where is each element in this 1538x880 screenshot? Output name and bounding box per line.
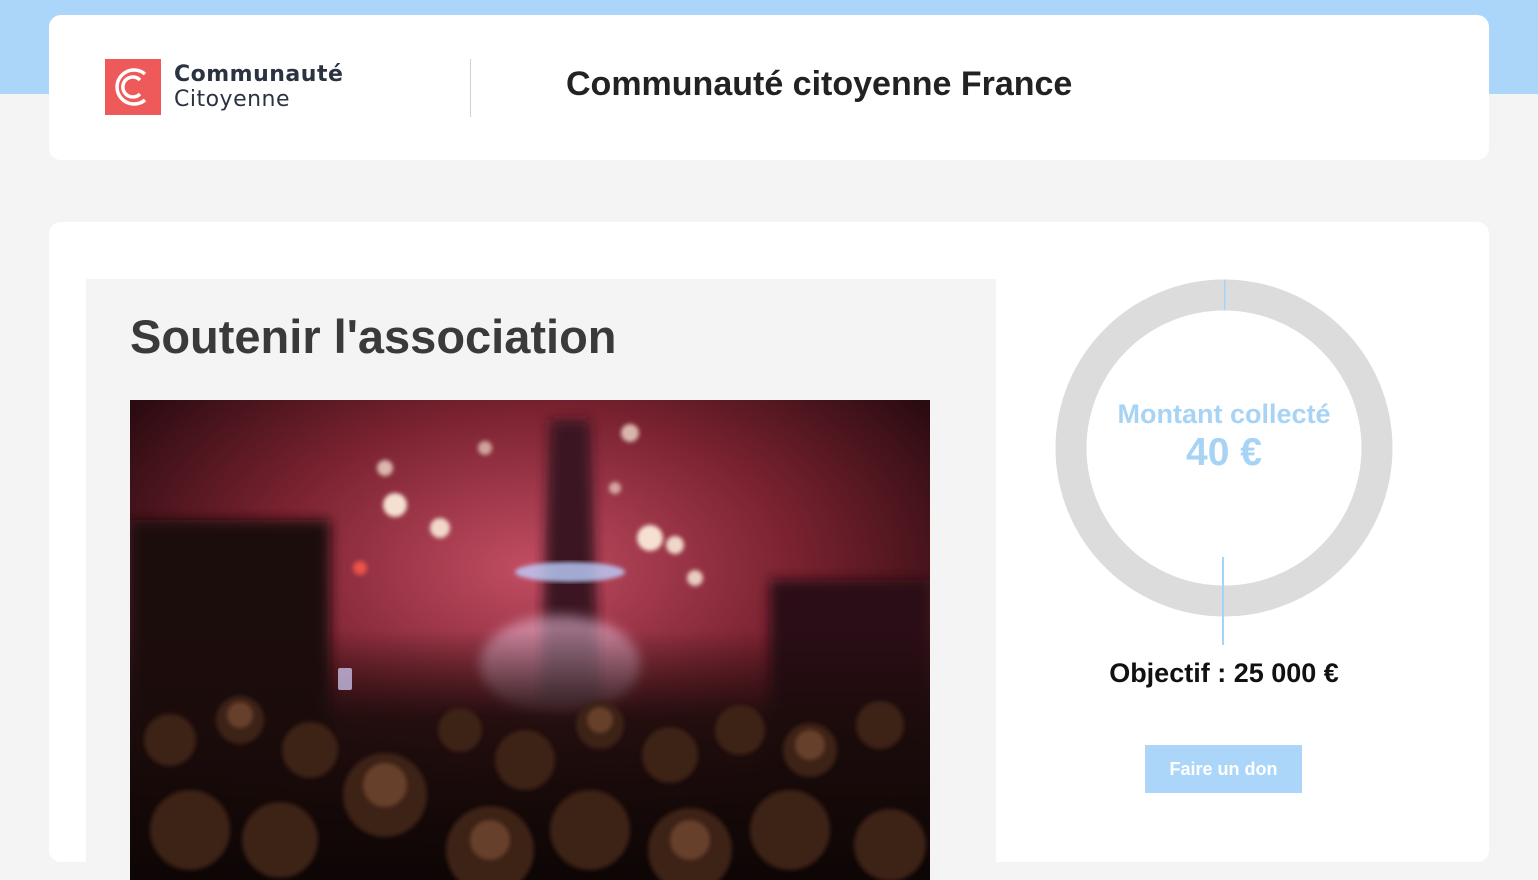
main-card: Soutenir l'association Montant collecté … [49,222,1489,880]
donate-button[interactable]: Faire un don [1145,745,1302,793]
goal-pointer-line [1222,557,1224,645]
section-title: Soutenir l'association [130,310,617,363]
collected-amount-value: 40 € [1186,431,1262,474]
collected-amount-label: Montant collecté [1117,399,1331,429]
site-title: Communauté citoyenne France [566,65,1073,103]
logo-text: Communauté Citoyenne [174,61,344,112]
logo-line-1: Communauté [174,61,344,87]
site-logo[interactable]: Communauté Citoyenne [105,59,343,115]
site-header: Communauté Citoyenne Communauté citoyenn… [49,15,1489,160]
content-panel: Soutenir l'association [86,279,996,880]
logo-mark-icon [105,59,161,115]
hero-image [130,400,930,880]
header-divider [470,59,471,117]
goal-text: Objectif : 25 000 € [1109,658,1339,688]
logo-line-2: Citoyenne [174,86,291,112]
